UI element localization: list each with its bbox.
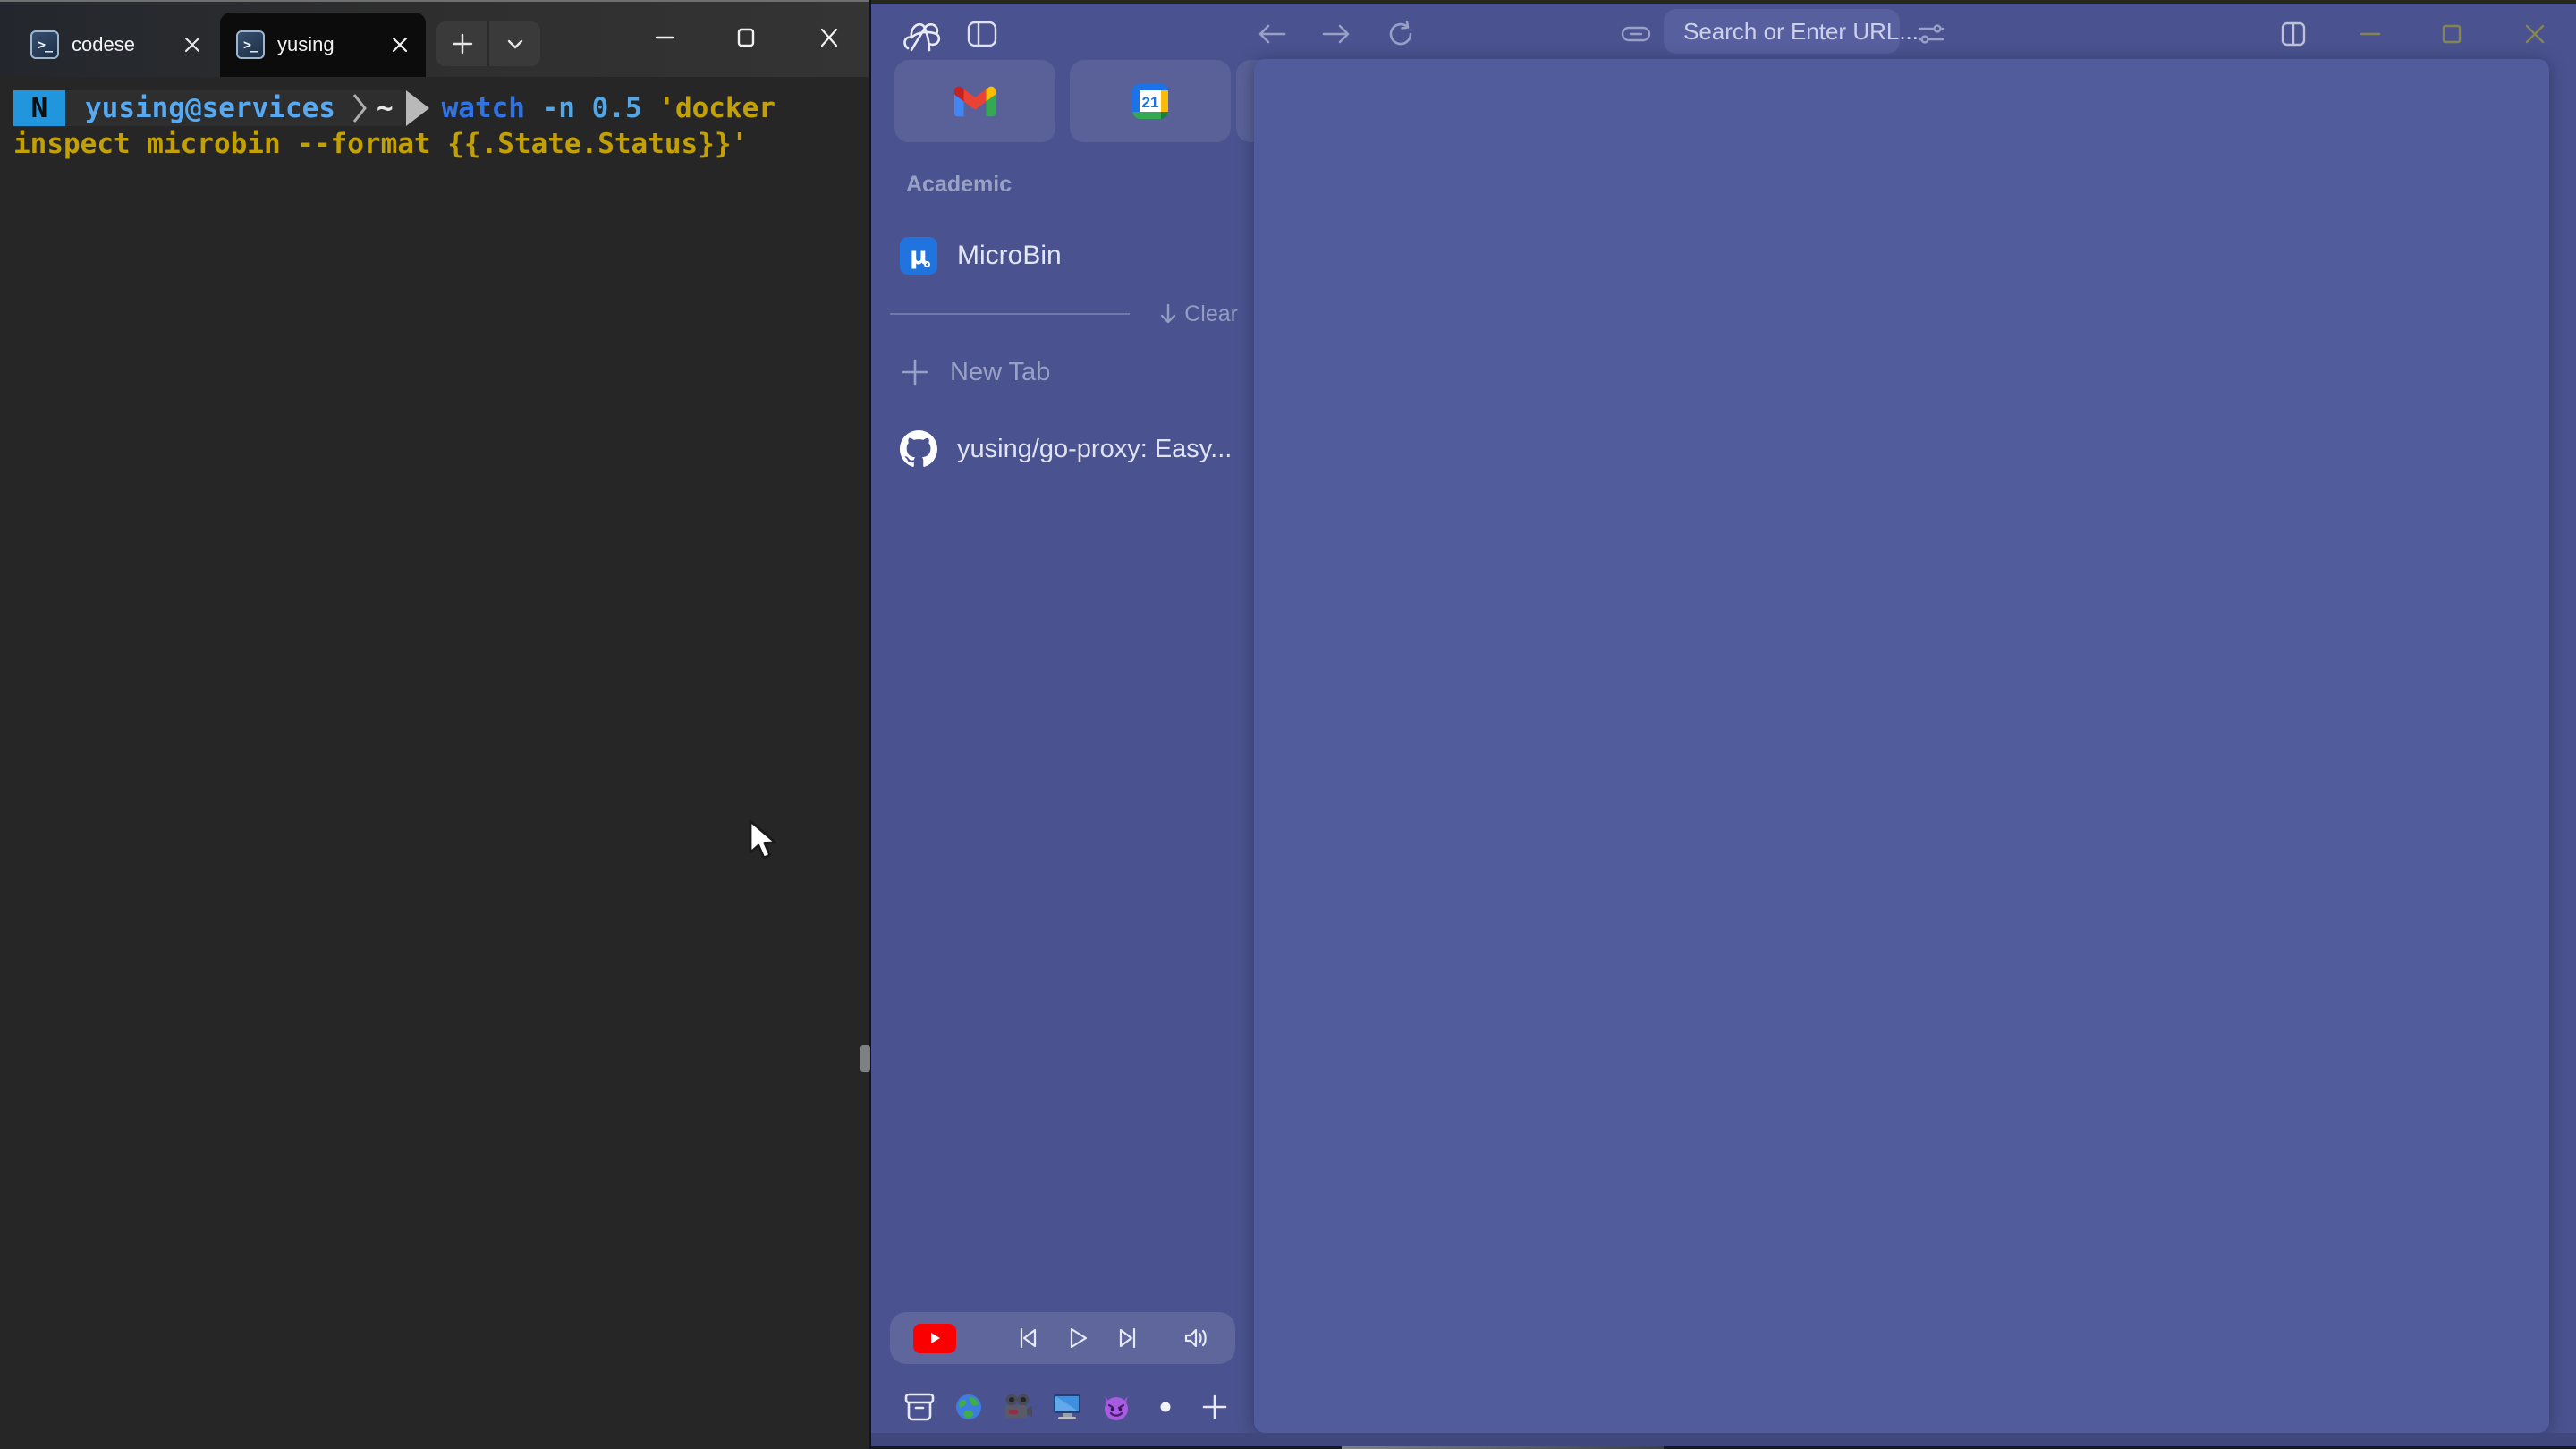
- command-line-1: watch -n 0.5 'docker: [442, 90, 775, 126]
- svg-text:21: 21: [1142, 94, 1159, 111]
- gmail-icon: [954, 85, 996, 117]
- browser-window: Search or Enter URL...: [871, 0, 2576, 1449]
- clear-tabs-button[interactable]: Clear: [1131, 299, 1238, 329]
- new-tab-group: [436, 21, 540, 66]
- mouse-cursor: [748, 819, 787, 867]
- search-placeholder: Search or Enter URL...: [1683, 18, 1919, 46]
- plus-icon: [900, 357, 930, 387]
- archive-icon[interactable]: [900, 1387, 939, 1427]
- youtube-icon[interactable]: [913, 1324, 956, 1353]
- new-tab-button[interactable]: New Tab: [900, 354, 1204, 390]
- tab-label: yusing: [277, 33, 335, 56]
- microbin-favicon: μ: [900, 237, 937, 275]
- tab-label: codese: [72, 33, 135, 56]
- prompt-cwd: ~: [377, 92, 406, 124]
- tab-github-go-proxy[interactable]: yusing/go-proxy: Easy...: [900, 428, 1240, 470]
- command-keyword: watch: [442, 92, 542, 124]
- web-content-viewport: [1254, 59, 2549, 1433]
- command-line-2: inspect microbin --format {{.State.Statu…: [13, 126, 748, 162]
- workspace-dot-icon[interactable]: [1146, 1387, 1185, 1427]
- google-calendar-icon: 21: [1132, 83, 1168, 119]
- resize-handle[interactable]: [860, 1045, 870, 1072]
- play-button[interactable]: [1058, 1318, 1097, 1358]
- next-track-button[interactable]: [1108, 1318, 1148, 1358]
- tabs-separator: [890, 313, 1130, 315]
- essential-tab-gmail[interactable]: [894, 60, 1055, 142]
- maximize-button[interactable]: [713, 2, 779, 73]
- back-button[interactable]: [1250, 14, 1293, 54]
- close-tab-icon[interactable]: [182, 35, 202, 55]
- maximize-button[interactable]: [2430, 14, 2473, 54]
- settings-sliders-icon[interactable]: [1911, 14, 1952, 54]
- terminal-window: >_ codese >_ yusing: [0, 0, 871, 1449]
- previous-track-button[interactable]: [1008, 1318, 1047, 1358]
- split-view-icon[interactable]: [2272, 14, 2315, 54]
- url-search-bar[interactable]: Search or Enter URL...: [1664, 9, 1900, 54]
- pinned-tab-microbin[interactable]: μ MicroBin: [900, 234, 1231, 277]
- terminal-tab-codese[interactable]: >_ codese: [14, 13, 218, 77]
- reload-button[interactable]: [1379, 14, 1422, 54]
- os-badge: N: [13, 90, 65, 126]
- essential-tab-google-calendar[interactable]: 21: [1070, 60, 1231, 142]
- link-icon[interactable]: [1615, 14, 1657, 54]
- desktop-computer-icon[interactable]: [1047, 1387, 1087, 1427]
- tab-title: MicroBin: [957, 241, 1062, 271]
- github-icon: [900, 430, 937, 468]
- close-button[interactable]: [2513, 14, 2556, 54]
- terminal-icon: >_: [236, 30, 265, 59]
- arrow-down-icon: [1159, 303, 1177, 325]
- powerline-chevron-icon: [352, 92, 368, 124]
- devil-icon[interactable]: [1097, 1387, 1136, 1427]
- tab-title: yusing/go-proxy: Easy...: [957, 435, 1232, 464]
- terminal-prompt-line[interactable]: N yusing@services ~ watch -n 0.5 'docker: [13, 90, 775, 126]
- close-button[interactable]: [796, 2, 862, 73]
- sidebar-toggle-icon[interactable]: [962, 14, 1002, 54]
- close-tab-icon[interactable]: [390, 35, 410, 55]
- add-workspace-icon[interactable]: [1195, 1387, 1234, 1427]
- movie-camera-icon[interactable]: [998, 1387, 1038, 1427]
- terminal-titlebar: >_ codese >_ yusing: [0, 2, 871, 77]
- browser-logo-icon[interactable]: [898, 14, 948, 54]
- workspace-section-label: Academic: [906, 172, 1012, 198]
- terminal-icon: >_: [30, 30, 59, 59]
- tab-dropdown-button[interactable]: [489, 21, 540, 66]
- forward-button[interactable]: [1315, 14, 1358, 54]
- command-string: 'docker: [658, 92, 775, 124]
- prompt-user-host: yusing@services: [85, 92, 335, 124]
- minimize-button[interactable]: [631, 2, 698, 73]
- media-player: [890, 1312, 1235, 1364]
- workspace-switcher: [893, 1385, 1241, 1429]
- minimize-button[interactable]: [2349, 14, 2392, 54]
- powerline-arrow-icon: [406, 90, 429, 126]
- terminal-tab-yusing-active[interactable]: >_ yusing: [220, 13, 426, 77]
- globe-icon[interactable]: [949, 1387, 988, 1427]
- command-args: -n 0.5: [542, 92, 659, 124]
- prompt-segment: yusing@services ~: [65, 90, 406, 126]
- volume-icon[interactable]: [1176, 1318, 1216, 1358]
- new-tab-button[interactable]: [436, 21, 487, 66]
